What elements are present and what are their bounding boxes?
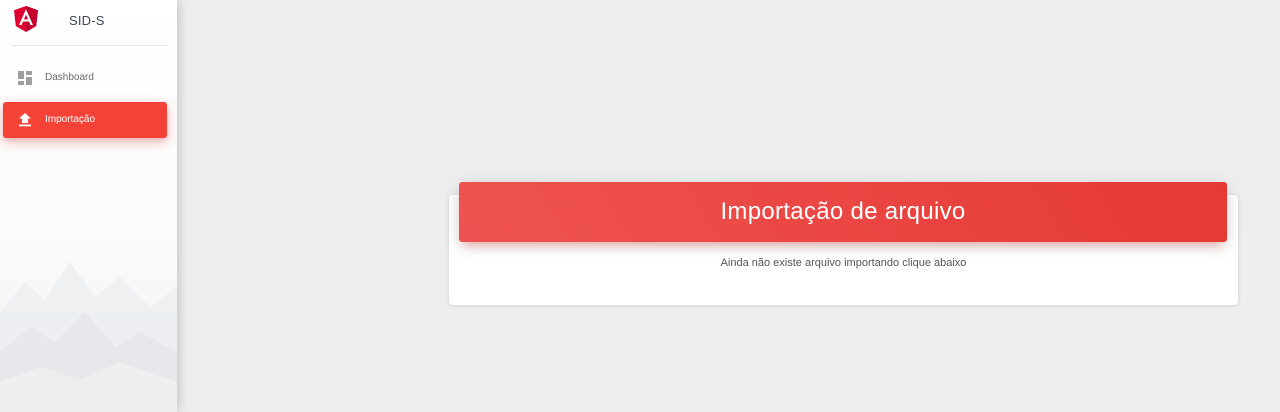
sidebar-item-dashboard[interactable]: Dashboard bbox=[3, 60, 167, 96]
upload-icon bbox=[19, 113, 31, 127]
sidebar-item-label: Importação bbox=[45, 114, 96, 125]
app-name: SID-S bbox=[69, 13, 105, 28]
angular-logo-icon bbox=[14, 6, 38, 32]
sidebar-divider bbox=[12, 45, 167, 46]
sidebar-logo[interactable]: SID-S bbox=[0, 0, 177, 45]
sidebar-background-mountains bbox=[0, 262, 177, 412]
empty-state-message: Ainda não existe arquivo importando cliq… bbox=[720, 257, 967, 269]
sidebar-item-label: Dashboard bbox=[45, 72, 94, 83]
card-title: Importação de arquivo bbox=[720, 198, 966, 225]
sidebar-item-importacao[interactable]: Importação bbox=[3, 102, 167, 138]
dashboard-icon bbox=[18, 71, 32, 85]
import-card-header: Importação de arquivo bbox=[459, 182, 1227, 242]
sidebar: SID-S Dashboard Importação bbox=[0, 0, 177, 412]
